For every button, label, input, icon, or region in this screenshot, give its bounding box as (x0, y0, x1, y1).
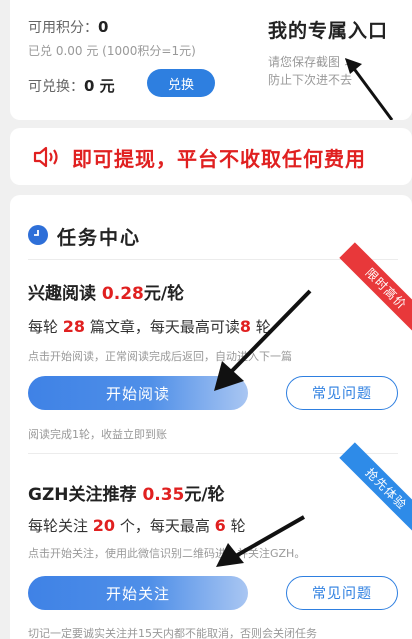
task-price: 0.35 (142, 485, 185, 505)
task-price-unit: 元/轮 (143, 284, 185, 304)
ribbon-badge: 限时高价 (339, 242, 412, 336)
task-line-prefix: 每轮 (28, 318, 59, 336)
task-footer-note: 切记一定要诚实关注并15天内都不能取消，否则会关闭任务 (28, 627, 317, 639)
clock-icon (28, 225, 48, 245)
pointer-arrow-icon (216, 515, 305, 567)
entry-title[interactable]: 我的专属入口 (268, 16, 388, 43)
pointer-arrow-icon (345, 58, 394, 120)
section-title: 任务中心 (57, 227, 142, 249)
exchangeable-amount: 可兑换：0 元 (28, 75, 115, 96)
faq-button[interactable]: 常见问题 (286, 576, 398, 610)
task-price-unit: 元/轮 (184, 485, 225, 505)
points-card: 可用积分：0 已兑 0.00 元 (1000积分=1元) 可兑换：0 元 兑换 … (10, 0, 412, 120)
task-line-prefix: 每轮关注 (28, 517, 89, 535)
available-points: 可用积分：0 (28, 17, 108, 37)
notice-text: 即可提现，平台不收取任何费用 (72, 147, 366, 171)
task-title-text: GZH关注推荐 (28, 485, 137, 505)
task-price: 0.28 (101, 284, 144, 304)
task-line-mid: 个，每天最高 (119, 517, 210, 535)
ribbon-badge: 抢先体验 (339, 442, 412, 536)
exchangeable-value: 0 元 (84, 77, 115, 95)
exchange-button[interactable]: 兑换 (147, 69, 215, 97)
start-follow-button[interactable]: 开始关注 (28, 576, 248, 610)
available-points-label: 可用积分： (28, 20, 98, 36)
available-points-value: 0 (98, 18, 109, 36)
speaker-icon (33, 146, 58, 168)
converted-text: 已兑 0.00 元 (1000积分=1元) (28, 44, 196, 58)
task-count: 20 (92, 516, 116, 535)
pointer-arrow-icon (214, 289, 312, 391)
task-count: 28 (62, 317, 86, 336)
exchangeable-label: 可兑换： (28, 79, 84, 95)
notice-card: 即可提现，平台不收取任何费用 (10, 128, 412, 185)
task-title: 兴趣阅读 0.28元/轮 (28, 279, 184, 304)
task-footer-note: 阅读完成1轮，收益立即到账 (28, 428, 167, 441)
task-title: GZH关注推荐 0.35元/轮 (28, 480, 225, 505)
task-center-card: 任务中心 限时高价 兴趣阅读 0.28元/轮 每轮 28 篇文章，每天最高可读8… (10, 195, 412, 639)
task-title-text: 兴趣阅读 (28, 284, 96, 304)
